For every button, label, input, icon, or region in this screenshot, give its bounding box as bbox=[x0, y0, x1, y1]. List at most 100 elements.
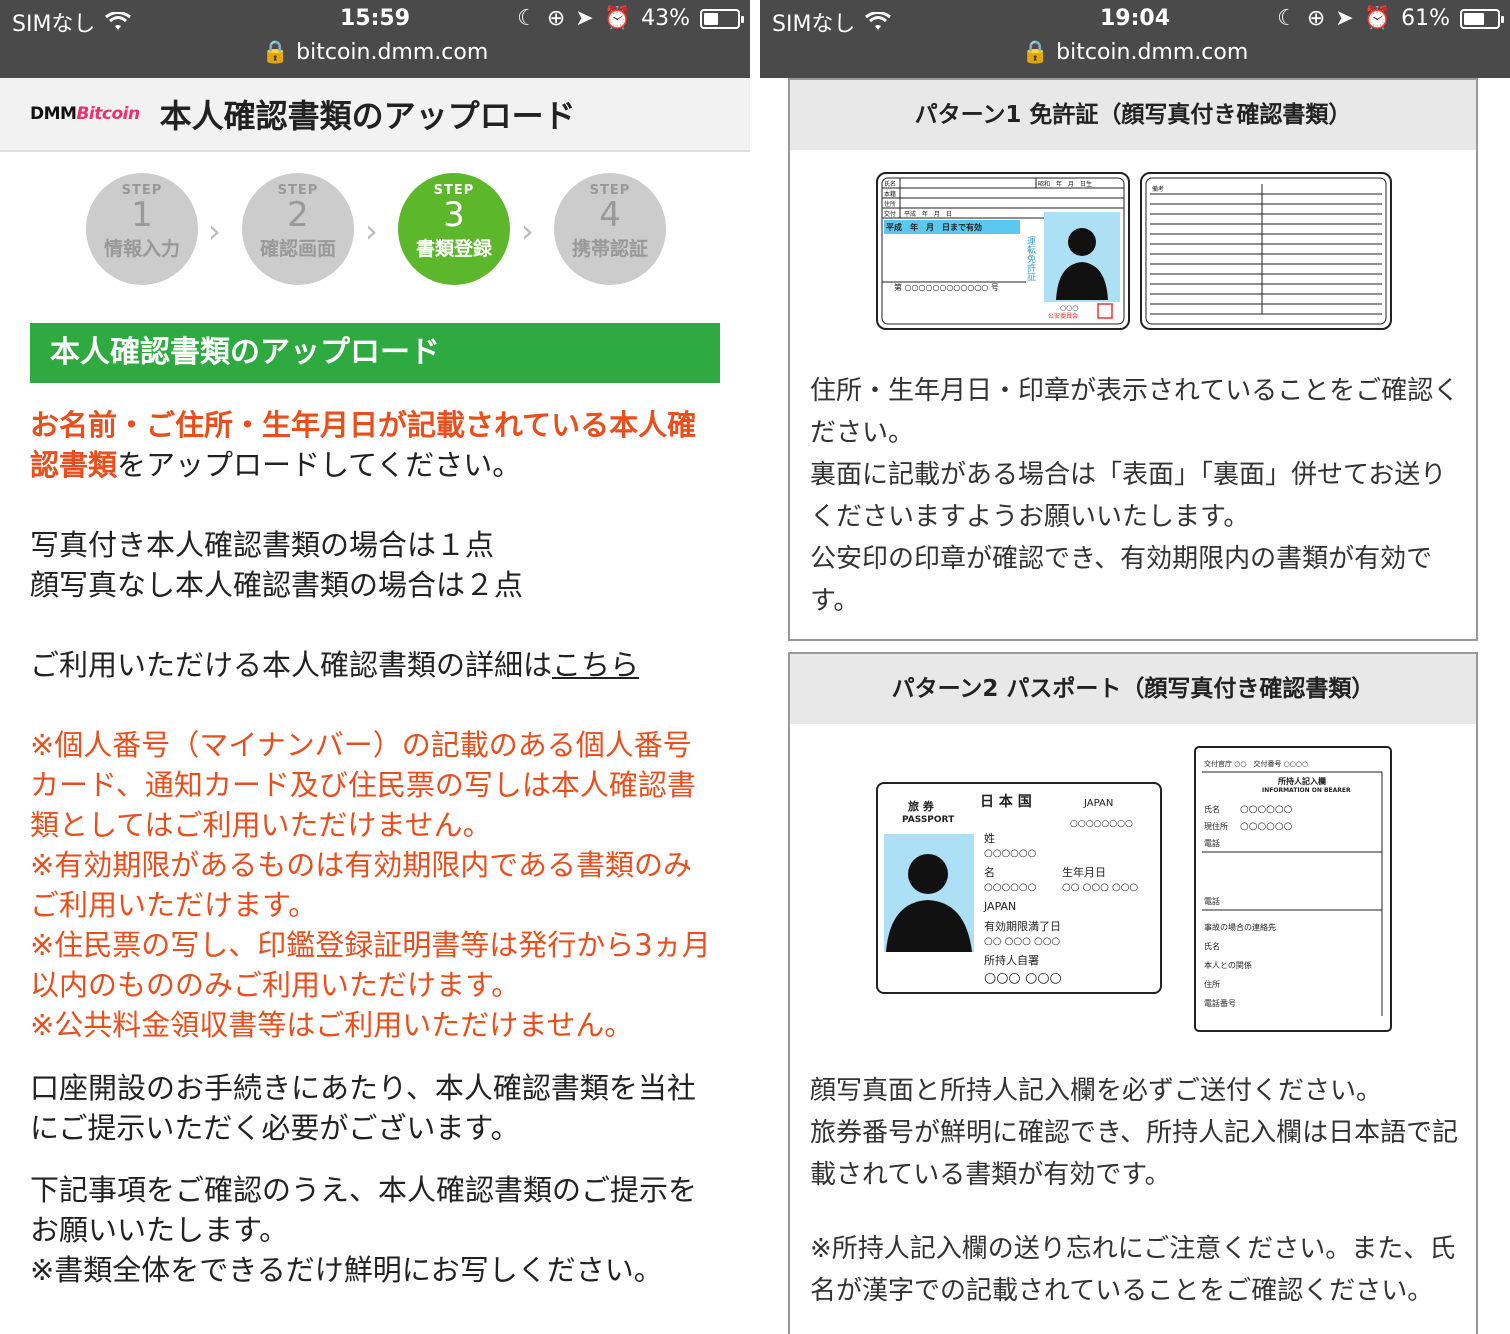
right-screenshot: SIMなし 19:04 ☾ ⊕ ➤ ⏰ 61% 🔒 bitcoin.dmm.co… bbox=[760, 0, 1510, 1334]
passport-back-phone2-label: 電話 bbox=[1204, 896, 1220, 906]
pattern1-description: 住所・生年月日・印章が表示されていることをご確認ください。 裏面に記載がある場合… bbox=[810, 370, 1460, 622]
count-line-1: 写真付き本人確認書類の場合は１点 bbox=[30, 528, 495, 562]
pattern2-card: パターン2 パスポート（顔写真付き確認書類） 旅 券 PASSPORT 日 本 … bbox=[788, 652, 1478, 1334]
account-text: 口座開設のお手続きにあたり、本人確認書類を当社にご提示いただく必要がございます。 bbox=[30, 1071, 696, 1145]
passport-signature: ○○○ ○○○ bbox=[984, 970, 1062, 986]
intro-text: お名前・ご住所・生年月日が記載されている本人確認書類をアップロードしてください。 bbox=[30, 405, 720, 485]
passport-back-image: 交付官庁 ○○ 交付番号 ○○○○ 所持人記入欄 INFORMATION ON … bbox=[1194, 746, 1392, 1032]
url-bar[interactable]: 🔒 bitcoin.dmm.com bbox=[0, 40, 750, 65]
url-text: bitcoin.dmm.com bbox=[1056, 40, 1249, 65]
battery-fill bbox=[1464, 12, 1484, 25]
license-issue-date: 平成 年 月 日 bbox=[904, 210, 952, 218]
license-number: 第 ○○○○○○○○○○○○ 号 bbox=[894, 282, 999, 292]
status-icons: ☾ ⊕ ➤ ⏰ 43% bbox=[517, 6, 744, 31]
location-icon: ➤ bbox=[1335, 6, 1354, 31]
passport-nationality: JAPAN bbox=[983, 900, 1016, 913]
alarm-icon: ⏰ bbox=[1363, 6, 1392, 31]
license-front-image: 氏名 本籍 住所 交付 昭和 年 月 日生 平成 年 月 日 平成 年 月 日ま… bbox=[876, 172, 1130, 330]
location-icon: ➤ bbox=[575, 6, 594, 31]
passport-expiry: ○○ ○○○ ○○○ bbox=[984, 936, 1060, 947]
count-line-2: 顔写真なし本人確認書類の場合は２点 bbox=[30, 568, 524, 602]
passport-back-address: ○○○○○○ bbox=[1240, 821, 1292, 832]
step-number: 3 bbox=[443, 195, 465, 235]
passport-signature-label: 所持人自署 bbox=[984, 953, 1039, 967]
passport-front-image: 旅 券 PASSPORT 日 本 国 JAPAN ○○○○○○○○ 姓 ○○○○… bbox=[876, 782, 1162, 994]
pattern2-text-1: 顔写真面と所持人記入欄を必ずご送付ください。 bbox=[810, 1076, 1383, 1106]
pattern2-note: ※所持人記入欄の送り忘れにご注意ください。また、氏名が漢字での記載されていること… bbox=[810, 1234, 1456, 1306]
section-title: 本人確認書類のアップロード bbox=[30, 323, 720, 383]
passport-back-name: ○○○○○○ bbox=[1240, 804, 1292, 815]
step-label: 情報入力 bbox=[103, 238, 180, 260]
license-field-address: 住所 bbox=[884, 200, 896, 208]
url-bar[interactable]: 🔒 bitcoin.dmm.com bbox=[760, 40, 1510, 65]
chevron-right-icon: › bbox=[521, 212, 534, 250]
license-back-image: 備考 bbox=[1140, 172, 1392, 330]
license-vertical-text: 運転免許証 bbox=[1025, 236, 1036, 282]
passport-country-en: JAPAN bbox=[1083, 798, 1113, 809]
lock-icon: 🔒 bbox=[1021, 40, 1050, 65]
pattern1-card: パターン1 免許証（顔写真付き確認書類） 氏名 本籍 住所 交付 昭和 年 月 … bbox=[788, 78, 1478, 641]
step-indicator: STEP 1 情報入力 › STEP 2 確認画面 › STEP 3 書類登録 … bbox=[0, 170, 750, 290]
note-item: ※個人番号（マイナンバー）の記載のある個人番号カード、通知カード及び住民票の写し… bbox=[30, 728, 696, 842]
document-count: 写真付き本人確認書類の場合は１点 顔写真なし本人確認書類の場合は２点 bbox=[30, 525, 720, 605]
passport-back-phone-label: 電話 bbox=[1204, 838, 1220, 848]
battery-icon bbox=[1460, 8, 1504, 29]
note-item: ※住民票の写し、印鑑登録証明書等は発行から3ヵ月以内のもののみご利用いただけます… bbox=[30, 928, 711, 1002]
status-bar: SIMなし 19:04 ☾ ⊕ ➤ ⏰ 61% 🔒 bitcoin.dmm.co… bbox=[760, 0, 1510, 78]
pattern2-title: パターン2 パスポート（顔写真付き確認書類） bbox=[790, 654, 1476, 724]
passport-given: ○○○○○○ bbox=[984, 882, 1036, 893]
step-number: 2 bbox=[287, 195, 309, 235]
lock-icon: 🔒 bbox=[261, 40, 290, 65]
dmm-bitcoin-logo[interactable]: DMM Bitcoin bbox=[30, 104, 140, 124]
battery-fill bbox=[704, 12, 718, 25]
confirm-line: 下記事項をご確認のうえ、本人確認書類のご提示をお願いいたします。 bbox=[30, 1173, 698, 1247]
chevron-right-icon: › bbox=[208, 212, 221, 250]
details-text: ご利用いただける本人確認書類の詳細は bbox=[30, 648, 553, 682]
license-field-issue: 交付 bbox=[884, 210, 896, 218]
license-issuer: 公安委員会 bbox=[1048, 312, 1078, 320]
passport-back-address-label: 現住所 bbox=[1204, 821, 1228, 831]
passport-type-ja: 旅 券 bbox=[908, 799, 935, 813]
rotation-lock-icon: ⊕ bbox=[546, 6, 566, 31]
logo-bitcoin: Bitcoin bbox=[76, 104, 140, 124]
passport-type-en: PASSPORT bbox=[902, 815, 955, 825]
passport-back-emergency: 事故の場合の連絡先 bbox=[1204, 922, 1276, 932]
passport-back-issuer: 交付官庁 ○○ 交付番号 ○○○○ bbox=[1204, 759, 1308, 768]
battery-percent: 43% bbox=[641, 6, 690, 31]
pattern2-text-2: 旅券番号が鮮明に確認でき、所持人記入欄は日本語で記載されている書類が有効です。 bbox=[810, 1118, 1459, 1190]
status-bar: SIMなし 15:59 ☾ ⊕ ➤ ⏰ 43% 🔒 bitcoin.dmm.co… bbox=[0, 0, 750, 78]
passport-birth-label: 生年月日 bbox=[1062, 865, 1106, 879]
pattern1-text-1: 住所・生年月日・印章が表示されていることをご確認ください。 bbox=[810, 376, 1460, 448]
step-label: 携帯認証 bbox=[571, 238, 648, 260]
passport-surname-label: 姓 bbox=[984, 831, 995, 845]
passport-expiry-label: 有効期限満了日 bbox=[984, 919, 1061, 933]
photo-note: ※書類全体をできるだけ鮮明にお写しください。 bbox=[30, 1253, 663, 1287]
passport-number: ○○○○○○○○ bbox=[1070, 819, 1133, 829]
step-4: STEP 4 携帯認証 bbox=[554, 173, 666, 285]
license-validity: 平成 年 月 日まで有効 bbox=[886, 222, 982, 232]
confirm-text: 下記事項をご確認のうえ、本人確認書類のご提示をお願いいたします。 ※書類全体をで… bbox=[30, 1170, 720, 1290]
url-text: bitcoin.dmm.com bbox=[296, 40, 489, 65]
details-link[interactable]: こちら bbox=[552, 648, 639, 682]
pattern1-text-2: 裏面に記載がある場合は「表面」「裏面」併せてお送りくださいますようお願いいたしま… bbox=[810, 460, 1447, 532]
passport-given-label: 名 bbox=[984, 865, 995, 879]
passport-back-name-label: 氏名 bbox=[1204, 804, 1220, 814]
page-title: 本人確認書類のアップロード bbox=[159, 97, 576, 135]
license-birthdate: 昭和 年 月 日生 bbox=[1038, 180, 1092, 188]
divider bbox=[750, 0, 760, 1334]
passport-back-emergency-name: 氏名 bbox=[1204, 941, 1220, 951]
step-1: STEP 1 情報入力 bbox=[86, 173, 198, 285]
passport-country-ja: 日 本 国 bbox=[980, 793, 1032, 810]
note-item: ※公共料金領収書等はご利用いただけません。 bbox=[30, 1008, 634, 1042]
pattern2-description: 顔写真面と所持人記入欄を必ずご送付ください。 旅券番号が鮮明に確認でき、所持人記… bbox=[810, 1070, 1460, 1196]
moon-icon: ☾ bbox=[1277, 6, 1297, 31]
pattern1-text-3: 公安印の印章が確認でき、有効期限内の書類が有効です。 bbox=[810, 544, 1433, 616]
passport-birth: ○○ ○○○ ○○○ bbox=[1062, 882, 1138, 893]
passport-back-relation: 本人との関係 bbox=[1204, 960, 1252, 970]
passport-back-emergency-phone: 電話番号 bbox=[1204, 998, 1236, 1008]
battery-icon bbox=[700, 8, 744, 29]
license-field-name: 氏名 bbox=[884, 180, 896, 188]
moon-icon: ☾ bbox=[517, 6, 537, 31]
step-label: 確認画面 bbox=[259, 238, 336, 260]
step-label: 書類登録 bbox=[415, 238, 492, 260]
